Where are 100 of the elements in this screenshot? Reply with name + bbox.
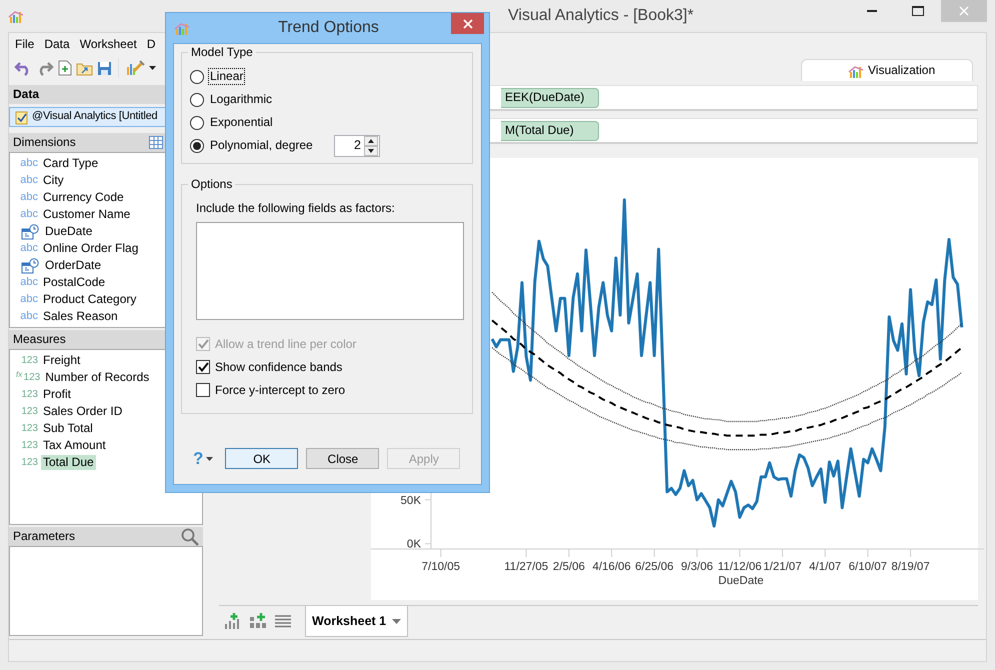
field-item[interactable]: Card Type [41,156,100,171]
axis-tick-label: 4/1/07 [809,561,842,573]
type-label: 123 [20,354,38,366]
checkbox-label[interactable]: Show confidence bands [215,360,342,374]
list-icon[interactable] [275,614,291,628]
close-button[interactable] [451,13,484,34]
table-icon[interactable] [149,136,163,149]
radio-button[interactable] [190,70,204,84]
caret-icon[interactable] [149,66,156,70]
caret-icon [206,456,214,461]
calendar-clock-icon [20,224,40,240]
app-logo-icon [174,20,192,36]
axis-tick-label: 6/25/06 [635,561,674,573]
calendar-clock-icon [20,258,40,274]
checkbox-label: Allow a trend line per color [215,336,356,352]
panel-header: Dimensions [13,135,76,150]
dialog-button[interactable]: Close [306,448,380,470]
field-item[interactable]: PostalCode [41,275,108,290]
window-title: Visual Analytics - [Book3]* [508,6,694,26]
radio-label[interactable]: Exponential [208,114,275,131]
axis-tick-label: 0K [406,538,421,551]
group-title: Model Type [188,45,256,60]
menu-item[interactable]: Data [44,37,70,55]
axis-tick-label: 11/27/05 [504,561,548,573]
field-pill[interactable]: M(Total Due) [501,120,599,140]
view-tab[interactable]: Visualization [801,59,973,81]
type-label: abc [19,190,38,204]
menu-item[interactable]: D [146,37,156,55]
axis-tick-label: 8/19/07 [891,561,930,573]
minimize-icon [867,10,877,12]
type-label: abc [19,156,38,170]
field-item[interactable]: DueDate [43,224,94,239]
type-label: 123 [20,388,38,400]
type-label: abc [19,276,38,290]
panel-header: Measures [13,332,66,347]
radio-button[interactable] [190,116,204,130]
save-icon[interactable] [97,60,112,76]
type-label: 123 [20,456,38,468]
axis-tick-label: 6/10/07 [848,561,888,573]
type-label: abc [19,292,38,306]
field-item[interactable]: Sub Total [41,421,95,436]
new-dashboard-icon[interactable] [249,613,267,629]
field-item[interactable]: OrderDate [43,258,104,273]
radio-label[interactable]: Logarithmic [208,91,274,108]
close-icon [462,18,472,28]
panel-header: Parameters [13,529,76,544]
checkbox[interactable] [196,382,210,397]
radio-label[interactable]: Linear [208,68,246,85]
field-item[interactable]: Profit [41,387,74,402]
field-item[interactable]: Sales Order ID [41,404,124,419]
field-pill[interactable]: EEK(DueDate) [501,88,599,108]
axis-tick-label: 4/16/06 [592,561,631,573]
type-label: abc [19,208,38,222]
axis-tick-label: 11/12/06 [718,561,762,573]
axis-tick-label: 2/5/06 [552,561,585,573]
menu-item[interactable]: Worksheet [80,37,137,55]
search-icon[interactable] [181,528,199,546]
maximize-icon [912,6,924,16]
radio-button[interactable] [190,92,204,106]
field-item[interactable]: City [41,173,66,188]
axis-tick-label: 9/3/06 [681,561,714,573]
check-icon [198,362,208,372]
checklist-icon [15,110,28,124]
open-folder-icon[interactable] [76,60,93,76]
checkbox[interactable] [196,360,210,374]
field-item[interactable]: Number of Records [43,370,152,385]
field-item[interactable]: Freight [41,353,82,368]
field-item[interactable]: Customer Name [41,207,132,222]
parameters-list[interactable] [9,546,203,636]
spin-arrows-icon[interactable] [364,136,378,156]
field-item[interactable]: Tax Amount [41,438,108,453]
sheet-tab[interactable]: Worksheet 1 [305,606,408,637]
axis-title: DueDate [718,575,764,587]
axis-tick-label: 50K [400,494,421,507]
close-icon [959,6,969,16]
radio-label[interactable]: Polynomial, degree [208,137,315,154]
type-label: abc [19,242,38,256]
checkbox-label[interactable]: Force y-intercept to zero [215,382,346,398]
app-logo-icon [8,8,24,24]
radio-button[interactable] [190,138,204,152]
factors-list[interactable] [196,222,464,320]
menu-item[interactable]: File [15,37,34,55]
field-item[interactable]: Total Due [41,455,96,470]
data-source-item[interactable]: @Visual Analytics [Untitled [9,107,165,127]
type-label: abc [19,174,38,188]
field-item[interactable]: Product Category [41,292,138,307]
new-sheet-icon[interactable] [223,613,241,629]
field-item[interactable]: Online Order Flag [41,241,140,256]
field-item[interactable]: Sales Reason [41,309,120,324]
field-item[interactable]: Currency Code [41,190,126,205]
type-label: 123 [20,440,38,452]
type-label: abc [19,310,38,324]
dialog-button[interactable]: OK [225,448,298,470]
formula-label: fx [16,370,22,380]
new-file-icon[interactable] [58,60,72,76]
field-label: Include the following fields as factors: [195,201,396,216]
dialog-title: Trend Options [277,18,380,38]
degree-field[interactable]: 2 [334,134,380,156]
axis-tick-label: 1/21/07 [763,561,802,573]
type-label: 123 [20,406,38,418]
